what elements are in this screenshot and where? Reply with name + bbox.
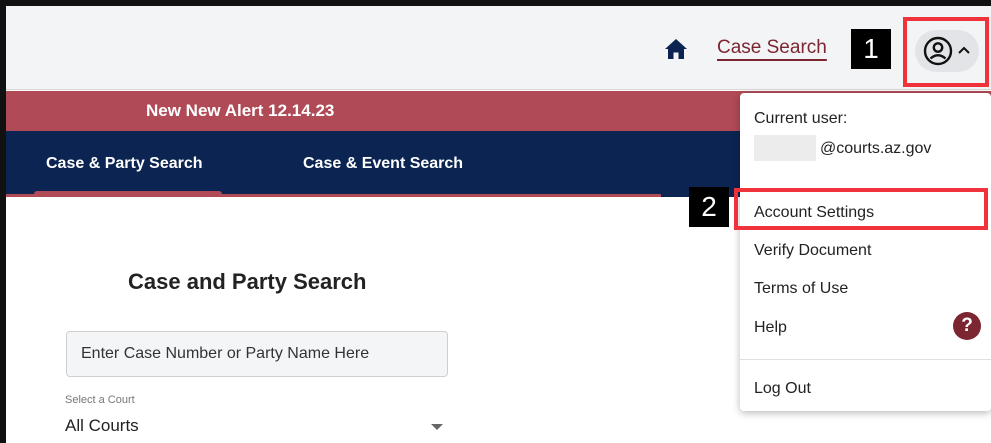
app-window: Case Search 1 New New Alert 12.14.23 Cas… xyxy=(0,0,991,443)
menu-item-verify-document[interactable]: Verify Document xyxy=(754,242,871,260)
home-icon[interactable] xyxy=(665,39,687,59)
court-select-label: Select a Court xyxy=(65,394,135,406)
menu-item-help[interactable]: Help xyxy=(754,319,787,337)
current-user-label: Current user: xyxy=(754,110,848,127)
callout-2: 2 xyxy=(689,187,729,227)
redacted-username xyxy=(754,135,816,161)
user-menu-highlight xyxy=(903,17,989,87)
tab-case-party-search[interactable]: Case & Party Search xyxy=(46,155,203,173)
menu-divider xyxy=(740,359,991,360)
top-header: Case Search 1 xyxy=(6,6,991,90)
tab-case-event-search[interactable]: Case & Event Search xyxy=(303,155,463,173)
case-search-input[interactable] xyxy=(66,331,448,377)
page-title: Case and Party Search xyxy=(128,269,367,294)
help-icon[interactable]: ? xyxy=(953,312,981,340)
alert-text: New New Alert 12.14.23 xyxy=(146,101,335,120)
user-email: @courts.az.gov xyxy=(820,140,932,157)
dropdown-arrow-icon xyxy=(431,424,443,430)
court-select-value: All Courts xyxy=(65,416,139,435)
account-settings-highlight xyxy=(734,188,988,230)
menu-item-log-out[interactable]: Log Out xyxy=(754,380,811,398)
user-dropdown-menu: Current user: @courts.az.gov Account Set… xyxy=(740,93,991,411)
callout-1: 1 xyxy=(851,29,891,69)
nav-divider xyxy=(6,194,661,197)
menu-item-terms-of-use[interactable]: Terms of Use xyxy=(754,280,848,298)
court-select[interactable]: All Courts xyxy=(65,409,445,443)
case-search-link[interactable]: Case Search xyxy=(717,37,827,59)
